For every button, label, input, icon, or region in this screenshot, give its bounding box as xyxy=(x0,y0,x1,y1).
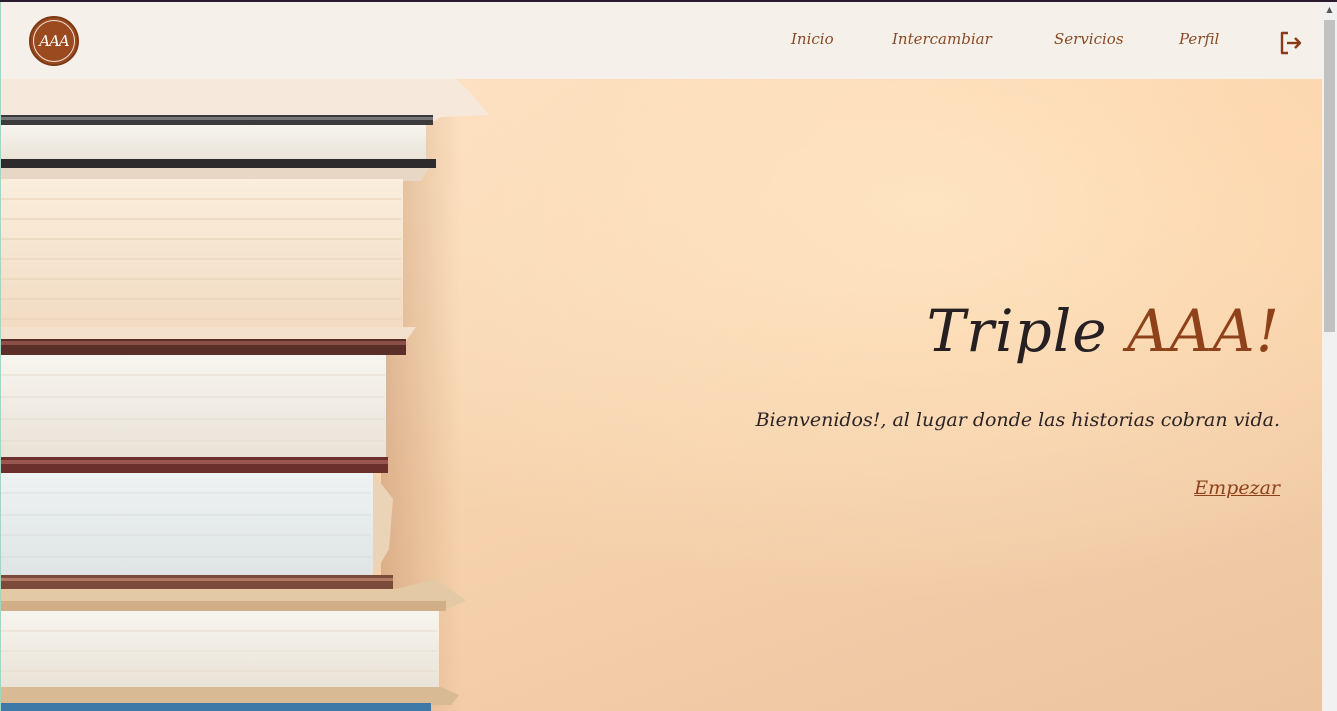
hero-title-main: Triple xyxy=(926,297,1108,365)
start-link[interactable]: Empezar xyxy=(1194,477,1280,499)
logout-icon[interactable] xyxy=(1278,30,1304,56)
top-navbar: AAA Inicio Intercambiar Servicios Perfil xyxy=(1,2,1322,79)
hero-title-accent: AAA! xyxy=(1127,297,1280,365)
nav-link-intercambiar[interactable]: Intercambiar xyxy=(892,30,992,48)
browser-viewport: AAA Inicio Intercambiar Servicios Perfil xyxy=(0,2,1322,711)
scroll-up-arrow-icon[interactable]: ▲ xyxy=(1322,2,1337,17)
nav-link-inicio[interactable]: Inicio xyxy=(791,30,834,48)
hero-section: Triple AAA! Bienvenidos!, al lugar donde… xyxy=(1,79,1322,711)
hero-title: Triple AAA! xyxy=(927,293,1280,369)
nav-link-servicios[interactable]: Servicios xyxy=(1054,30,1124,48)
scrollbar-thumb[interactable] xyxy=(1324,20,1335,332)
brand-logo-text: AAA xyxy=(39,32,70,50)
book-stack-image xyxy=(1,79,489,711)
hero-subtitle: Bienvenidos!, al lugar donde las histori… xyxy=(755,409,1280,431)
brand-logo[interactable]: AAA xyxy=(29,16,79,66)
nav-link-perfil[interactable]: Perfil xyxy=(1179,30,1219,48)
vertical-scrollbar[interactable]: ▲ xyxy=(1322,2,1337,711)
